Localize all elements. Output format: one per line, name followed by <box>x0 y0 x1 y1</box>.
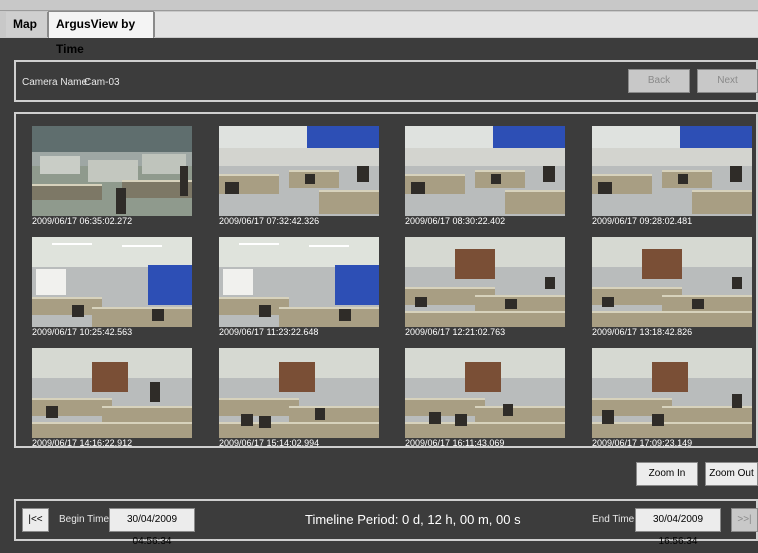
camera-thumbnail[interactable] <box>592 126 752 216</box>
end-time-field[interactable]: 30/04/2009 16:56:34 <box>635 508 721 547</box>
camera-thumbnail[interactable] <box>32 126 192 216</box>
camera-thumbnail[interactable] <box>219 348 379 438</box>
end-time-label: End Time: <box>592 514 638 525</box>
thumbnail-timestamp: 2009/06/17 09:28:02.481 <box>592 216 693 226</box>
tab-argusview-by-time[interactable]: ArgusView by Time <box>48 11 154 56</box>
thumbnail-timestamp: 2009/06/17 08:30:22.402 <box>405 216 506 226</box>
timeline-last-button[interactable]: >>| <box>731 508 758 532</box>
camera-thumbnail[interactable] <box>592 237 752 327</box>
thumbnail-timestamp: 2009/06/17 07:32:42.326 <box>219 216 320 226</box>
timeline-period-text: Timeline Period: 0 d, 12 h, 00 m, 00 s <box>305 512 521 527</box>
next-button[interactable]: Next <box>697 69 758 93</box>
camera-thumbnail[interactable] <box>405 126 565 216</box>
thumbnail-timestamp: 2009/06/17 12:21:02.763 <box>405 327 506 337</box>
zoom-out-button[interactable]: Zoom Out <box>705 462 758 486</box>
thumbnail-timestamp: 2009/06/17 15:14:02.994 <box>219 438 320 448</box>
camera-thumbnail[interactable] <box>405 348 565 438</box>
thumbnail-timestamp: 2009/06/17 17:09:23.149 <box>592 438 693 448</box>
begin-time-label: Begin Time: <box>59 514 112 525</box>
thumbnail-timestamp: 2009/06/17 13:18:42.826 <box>592 327 693 337</box>
timeline-first-button[interactable]: |<< <box>22 508 49 532</box>
tab-bar-empty-area <box>154 12 758 37</box>
thumbnail-timestamp: 2009/06/17 16:11:43.069 <box>405 438 505 448</box>
camera-thumbnail[interactable] <box>592 348 752 438</box>
thumbnail-timestamp: 2009/06/17 14:16:22.912 <box>32 438 133 448</box>
thumbnail-timestamp: 2009/06/17 10:25:42.563 <box>32 327 133 337</box>
camera-thumbnail[interactable] <box>32 348 192 438</box>
tab-bar: Map ArgusView by Time <box>0 0 758 56</box>
camera-name-value: Cam-03 <box>84 77 120 88</box>
thumbnail-timestamp: 2009/06/17 06:35:02.272 <box>32 216 133 226</box>
back-button[interactable]: Back <box>628 69 690 93</box>
zoom-in-button[interactable]: Zoom In <box>636 462 698 486</box>
camera-thumbnail[interactable] <box>32 237 192 327</box>
begin-time-field[interactable]: 30/04/2009 04:56:34 <box>109 508 195 547</box>
camera-thumbnail[interactable] <box>219 126 379 216</box>
camera-name-label: Camera Name: <box>22 77 90 88</box>
tab-map[interactable]: Map <box>6 12 48 37</box>
thumbnail-timestamp: 2009/06/17 11:23:22.648 <box>219 327 319 337</box>
camera-thumbnail[interactable] <box>405 237 565 327</box>
camera-thumbnail[interactable] <box>219 237 379 327</box>
